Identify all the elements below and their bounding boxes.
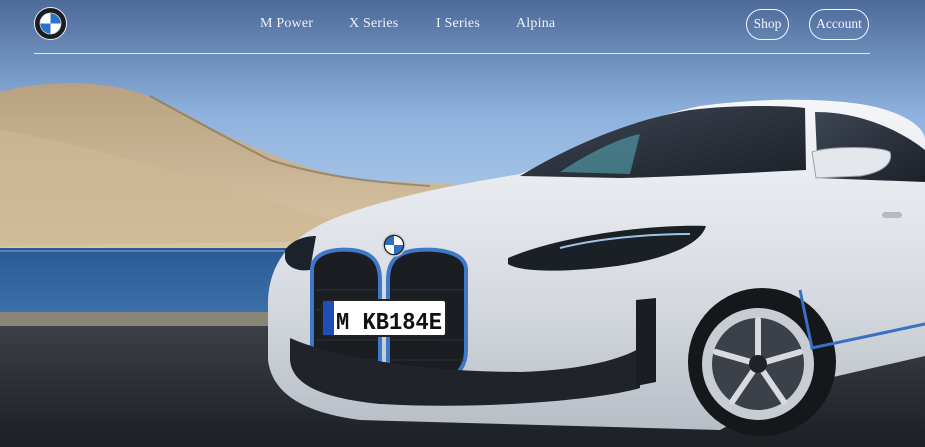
shop-button[interactable]: Shop xyxy=(746,9,789,40)
hero-photo-illustration: M KB184E xyxy=(0,0,925,447)
account-button[interactable]: Account xyxy=(809,9,869,40)
site-header: M Power X Series I Series Alpina Shop Ac… xyxy=(0,0,925,54)
license-plate-text: M KB184E xyxy=(336,310,442,337)
nav-link-m-power[interactable]: M Power xyxy=(260,16,313,32)
nav-link-x-series[interactable]: X Series xyxy=(349,16,398,32)
nav-link-alpina[interactable]: Alpina xyxy=(516,16,555,32)
header-divider xyxy=(34,53,870,54)
nav-link-i-series[interactable]: I Series xyxy=(436,16,480,32)
hero-image: M KB184E xyxy=(0,0,925,447)
